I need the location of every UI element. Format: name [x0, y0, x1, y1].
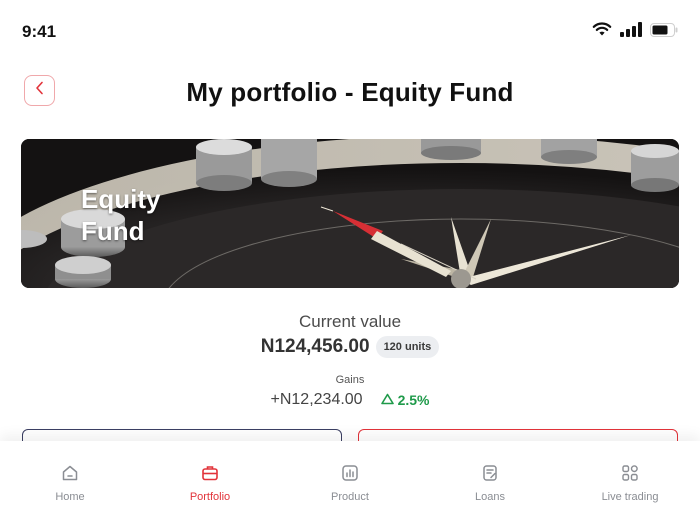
nav-item-product[interactable]: Product	[280, 441, 420, 525]
gains-row: +N12,234.00 2.5%	[0, 391, 700, 409]
gains-value: +N12,234.00	[270, 391, 363, 408]
home-icon	[60, 463, 80, 483]
current-value-label: Current value	[298, 312, 402, 331]
battery-icon	[650, 22, 678, 37]
nav-label-loans: Loans	[475, 491, 505, 503]
current-value: N124,456.00	[260, 336, 370, 357]
nav-label-portfolio: Portfolio	[189, 491, 231, 503]
value-row: N124,456.00 120 units	[0, 336, 700, 358]
status-time: 9:41	[22, 22, 57, 41]
page-title: My portfolio - Equity Fund	[186, 77, 514, 107]
nav-item-home[interactable]: Home	[0, 441, 140, 525]
gains-label: Gains	[335, 374, 365, 386]
nav-label-product: Product	[331, 491, 369, 503]
document-icon	[480, 463, 500, 483]
nav-item-loans[interactable]: Loans	[420, 441, 560, 525]
wifi-icon	[592, 22, 612, 37]
nav-label-live-trading: Live trading	[601, 491, 659, 503]
nav-item-portfolio[interactable]: Portfolio	[140, 441, 280, 525]
units-badge: 120 units	[375, 336, 440, 358]
fund-banner: Equity Fund	[21, 139, 679, 288]
bottom-nav: Home Portfolio Product Loans Live tradin…	[0, 441, 700, 525]
triangle-up-icon	[380, 392, 394, 408]
signal-icon	[620, 22, 642, 37]
status-bar: 9:41	[0, 0, 700, 62]
gains-percent-value: 2.5%	[397, 392, 430, 408]
apps-icon	[620, 463, 640, 483]
banner-title: Equity Fund	[81, 184, 161, 246]
nav-label-home: Home	[55, 491, 85, 503]
nav-item-live-trading[interactable]: Live trading	[560, 441, 700, 525]
status-icons	[592, 22, 678, 37]
gains-percent: 2.5%	[380, 392, 430, 408]
briefcase-icon	[200, 463, 220, 483]
chart-icon	[340, 463, 360, 483]
